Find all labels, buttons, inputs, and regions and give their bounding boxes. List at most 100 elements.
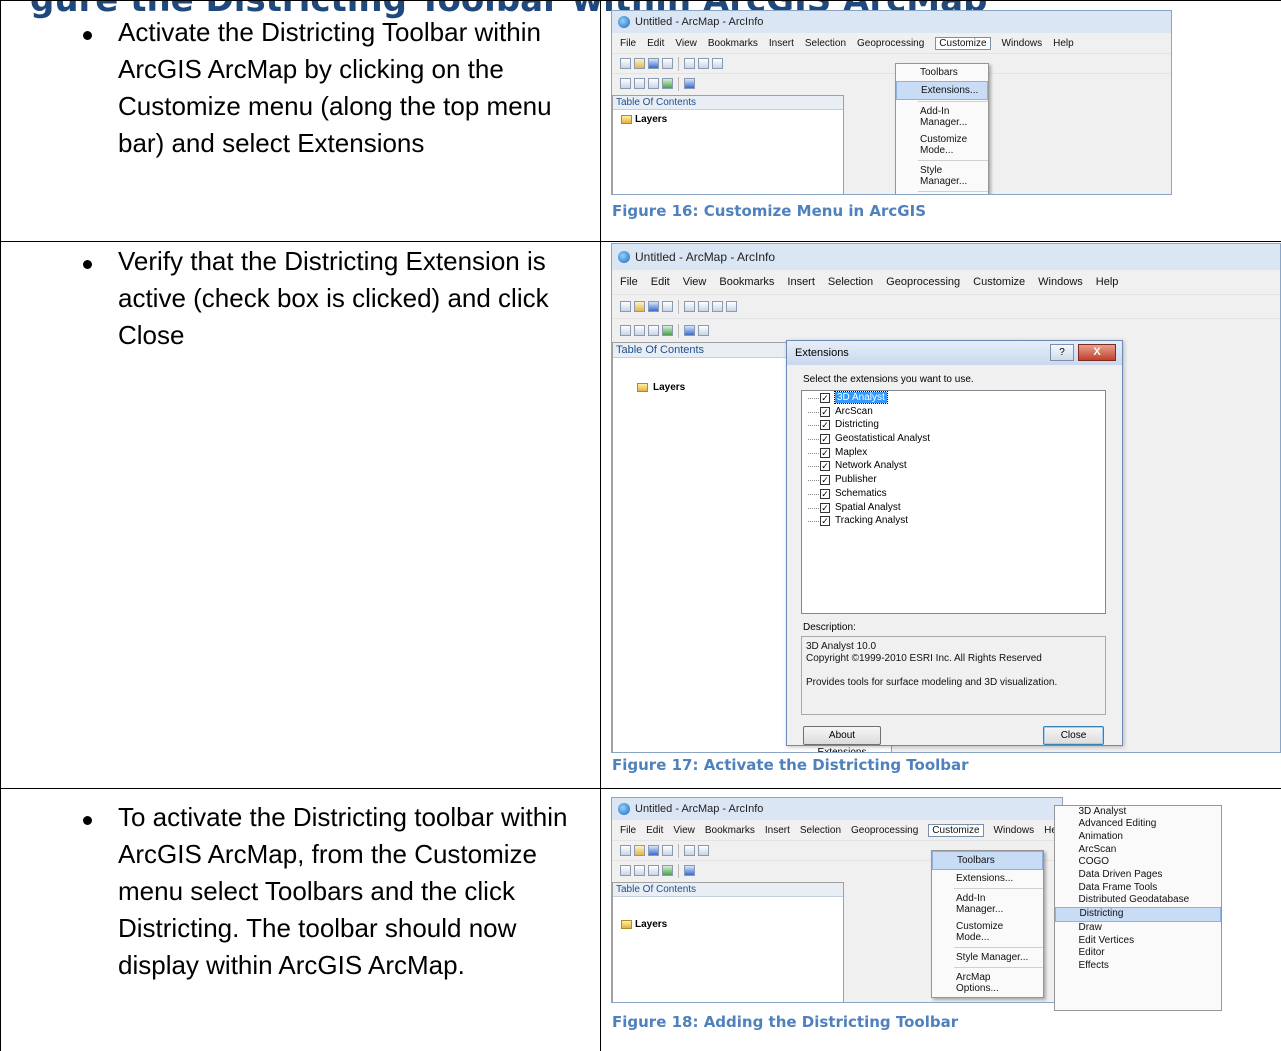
open-icon[interactable] [634, 58, 645, 69]
checkbox-checked-icon[interactable]: ✓ [820, 434, 830, 445]
new-icon[interactable] [620, 845, 631, 856]
delete-icon[interactable] [726, 301, 737, 312]
extension-item[interactable]: ✓ Spatial Analyst [802, 501, 1105, 515]
menu-view[interactable]: View [673, 825, 695, 836]
submenu-item[interactable]: Editor [1055, 947, 1221, 960]
save-icon[interactable] [648, 301, 659, 312]
menu-item-toolbars[interactable]: Toolbars [932, 851, 1043, 870]
new-icon[interactable] [620, 301, 631, 312]
menu-geoprocessing[interactable]: Geoprocessing [851, 825, 918, 836]
extension-item[interactable]: ✓ Geostatistical Analyst [802, 432, 1105, 446]
menu-item-add-in-manager[interactable]: Add-In Manager... [932, 890, 1043, 918]
menu-item-extensions[interactable]: Extensions... [932, 870, 1043, 887]
copy-icon[interactable] [698, 301, 709, 312]
menu-item-customize-mode[interactable]: Customize Mode... [896, 131, 988, 159]
cut-icon[interactable] [684, 58, 695, 69]
submenu-item[interactable]: Distributed Geodatabase [1055, 894, 1221, 907]
menu-help[interactable]: Help [1096, 276, 1119, 288]
open-icon[interactable] [634, 845, 645, 856]
menu-item-arcmap-options[interactable]: ArcMap Options... [932, 969, 1043, 997]
zoom-in-icon[interactable] [620, 78, 631, 89]
menu-bookmarks[interactable]: Bookmarks [708, 38, 758, 49]
menu-customize[interactable]: Customize [928, 823, 984, 837]
full-extent-icon[interactable] [662, 78, 673, 89]
checkbox-checked-icon[interactable]: ✓ [820, 516, 830, 527]
extension-item-districting[interactable]: ✓ Districting [802, 418, 1105, 432]
menu-geoprocessing[interactable]: Geoprocessing [886, 276, 960, 288]
extension-item[interactable]: ✓ Maplex [802, 446, 1105, 460]
full-extent-icon[interactable] [662, 865, 673, 876]
submenu-item[interactable]: Animation [1055, 831, 1221, 844]
menu-windows[interactable]: Windows [1002, 38, 1043, 49]
menu-help[interactable]: Help [1053, 38, 1074, 49]
menu-windows[interactable]: Windows [994, 825, 1035, 836]
checkbox-checked-icon[interactable]: ✓ [820, 393, 830, 403]
extension-item[interactable]: ✓ Network Analyst [802, 459, 1105, 473]
menu-geoprocessing[interactable]: Geoprocessing [857, 38, 924, 49]
pan-icon[interactable] [648, 325, 659, 336]
identify-icon[interactable] [684, 325, 695, 336]
menu-view[interactable]: View [675, 38, 697, 49]
toc-layers-item[interactable]: Layers [613, 919, 843, 930]
cut-icon[interactable] [684, 301, 695, 312]
submenu-item[interactable]: 3D Analyst [1055, 806, 1221, 819]
zoom-in-icon[interactable] [620, 865, 631, 876]
checkbox-checked-icon[interactable]: ✓ [820, 502, 830, 513]
cut-icon[interactable] [684, 845, 695, 856]
paste-icon[interactable] [712, 301, 723, 312]
identify-icon[interactable] [684, 865, 695, 876]
menu-bookmarks[interactable]: Bookmarks [705, 825, 755, 836]
submenu-item[interactable]: ArcScan [1055, 844, 1221, 857]
checkbox-checked-icon[interactable]: ✓ [820, 475, 830, 486]
submenu-item[interactable]: Effects [1055, 960, 1221, 973]
checkbox-checked-icon[interactable]: ✓ [820, 461, 830, 472]
menu-file[interactable]: File [620, 38, 636, 49]
extension-item[interactable]: ✓ ArcScan [802, 405, 1105, 419]
about-extensions-button[interactable]: About Extensions [803, 726, 881, 752]
submenu-item[interactable]: Data Driven Pages [1055, 869, 1221, 882]
zoom-out-icon[interactable] [634, 325, 645, 336]
zoom-in-icon[interactable] [620, 325, 631, 336]
submenu-item[interactable]: Data Frame Tools [1055, 882, 1221, 895]
menu-item-arcmap-options[interactable]: ArcMap Options... [896, 193, 988, 194]
pan-icon[interactable] [648, 78, 659, 89]
copy-icon[interactable] [698, 845, 709, 856]
extension-item[interactable]: ✓ Publisher [802, 473, 1105, 487]
pan-icon[interactable] [648, 865, 659, 876]
menu-insert[interactable]: Insert [765, 825, 790, 836]
extension-item[interactable]: ✓ 3D Analyst [802, 391, 1105, 405]
paste-icon[interactable] [712, 58, 723, 69]
dialog-close-button[interactable]: X [1078, 344, 1116, 361]
menu-item-style-manager[interactable]: Style Manager... [932, 949, 1043, 966]
menu-windows[interactable]: Windows [1038, 276, 1083, 288]
menu-bookmarks[interactable]: Bookmarks [719, 276, 774, 288]
zoom-out-icon[interactable] [634, 865, 645, 876]
menu-item-customize-mode[interactable]: Customize Mode... [932, 918, 1043, 946]
save-icon[interactable] [648, 58, 659, 69]
menu-insert[interactable]: Insert [769, 38, 794, 49]
menu-view[interactable]: View [683, 276, 707, 288]
checkbox-checked-icon[interactable]: ✓ [820, 447, 830, 458]
help-button[interactable]: ? [1050, 344, 1074, 361]
menu-item-style-manager[interactable]: Style Manager... [896, 162, 988, 190]
checkbox-checked-icon[interactable]: ✓ [820, 420, 830, 431]
submenu-item[interactable]: Advanced Editing [1055, 818, 1221, 831]
menu-file[interactable]: File [620, 825, 636, 836]
menu-item-extensions[interactable]: Extensions... [896, 81, 988, 100]
print-icon[interactable] [662, 845, 673, 856]
close-button[interactable]: Close [1043, 726, 1104, 745]
extension-item[interactable]: ✓ Tracking Analyst [802, 514, 1105, 528]
submenu-item[interactable]: Draw [1055, 922, 1221, 935]
zoom-out-icon[interactable] [634, 78, 645, 89]
save-icon[interactable] [648, 845, 659, 856]
print-icon[interactable] [662, 301, 673, 312]
copy-icon[interactable] [698, 58, 709, 69]
full-extent-icon[interactable] [662, 325, 673, 336]
menu-customize[interactable]: Customize [973, 276, 1025, 288]
new-icon[interactable] [620, 58, 631, 69]
menu-customize[interactable]: Customize [935, 36, 991, 50]
menu-selection[interactable]: Selection [828, 276, 873, 288]
checkbox-checked-icon[interactable]: ✓ [820, 406, 830, 417]
print-icon[interactable] [662, 58, 673, 69]
menu-edit[interactable]: Edit [646, 825, 663, 836]
